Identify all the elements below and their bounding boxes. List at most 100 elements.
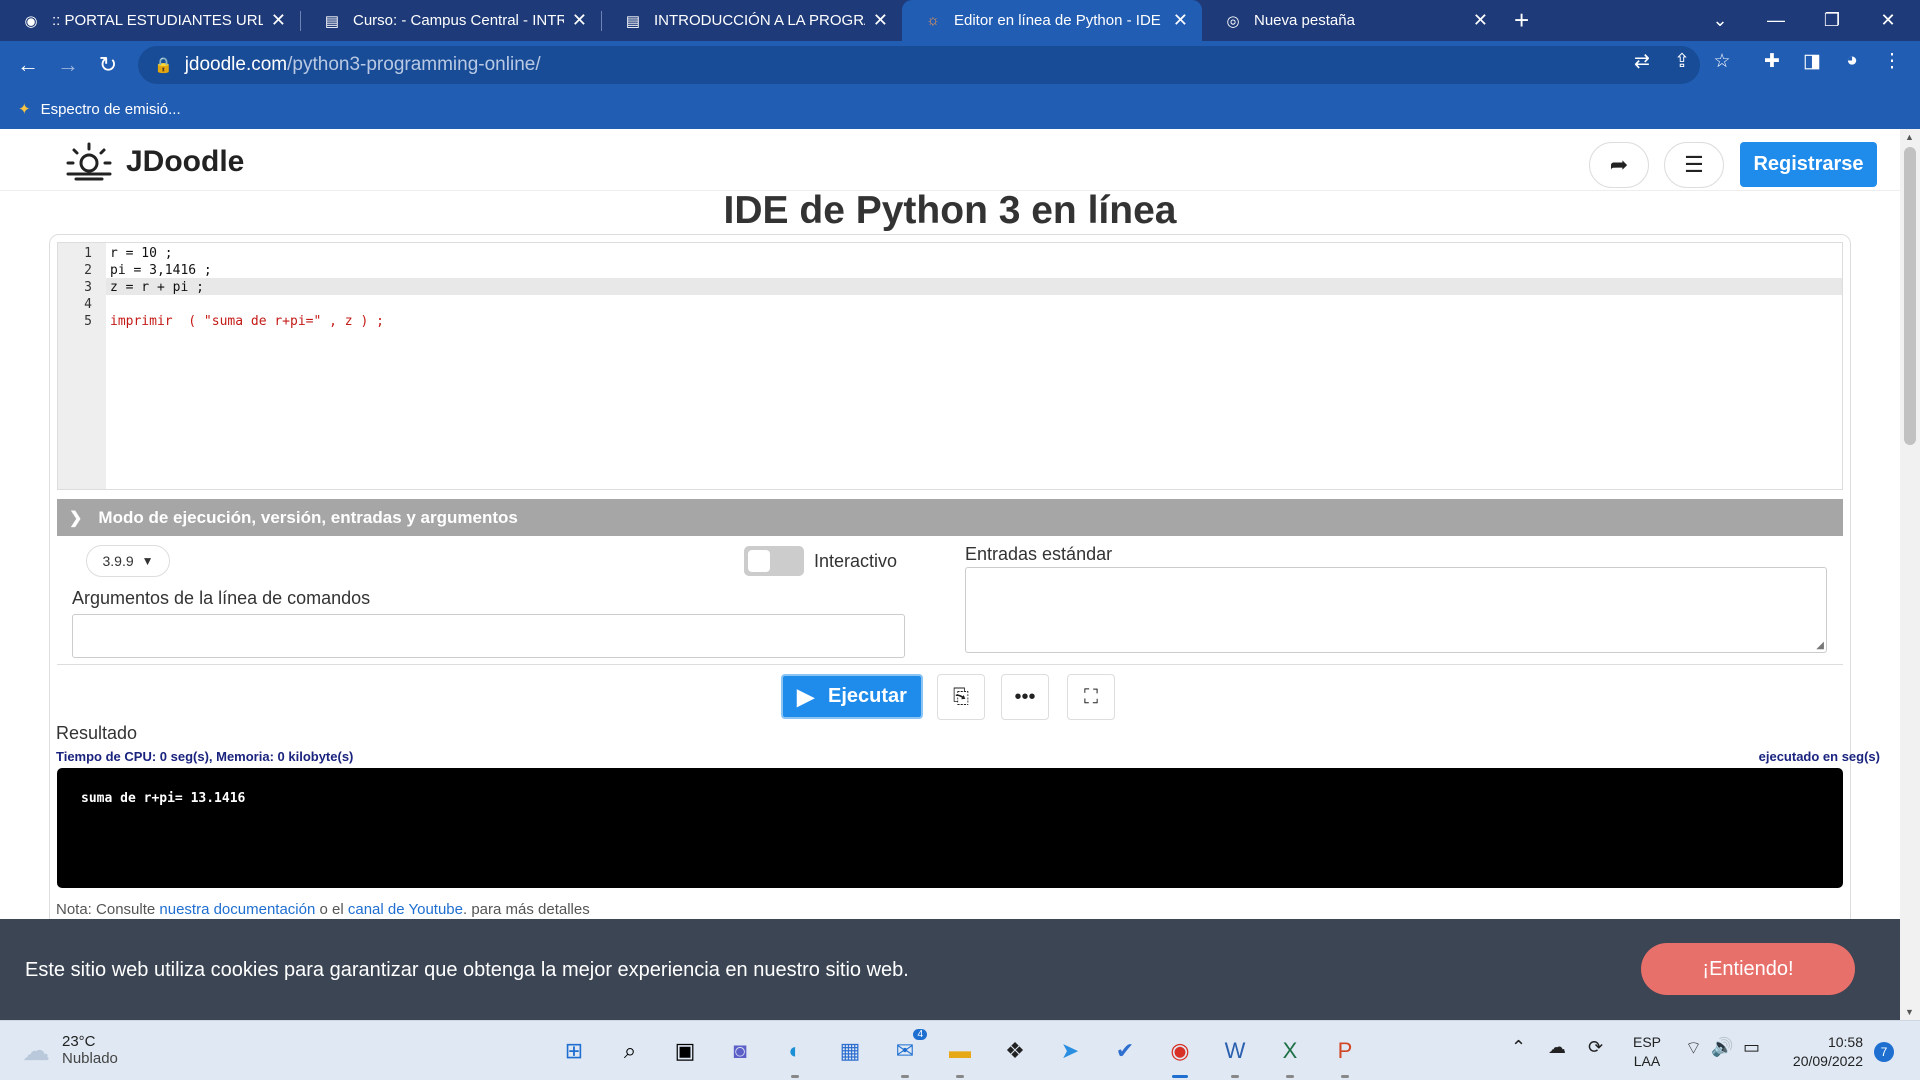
edge-icon[interactable]: ◐ — [777, 1033, 813, 1078]
lang-code: ESP — [1633, 1034, 1662, 1050]
scrollbar-thumb[interactable] — [1904, 147, 1916, 445]
task-view-icon[interactable]: ▣ — [667, 1033, 703, 1069]
teams-chat-icon[interactable]: ◙ — [722, 1033, 758, 1069]
profile-avatar[interactable]: ◕ — [1837, 46, 1867, 76]
keyboard-layout: LAA — [1633, 1053, 1661, 1069]
args-input[interactable] — [72, 614, 905, 658]
line-number: 5 — [84, 314, 92, 329]
output-console[interactable]: suma de r+pi= 13.1416 — [57, 768, 1843, 888]
close-icon[interactable]: ✕ — [873, 10, 888, 31]
sync-icon[interactable]: ⟳ — [1588, 1037, 1603, 1058]
documentation-link[interactable]: nuestra documentación — [159, 901, 315, 918]
dropbox-icon[interactable]: ❖ — [997, 1033, 1033, 1069]
play-icon: ▶ — [797, 683, 814, 709]
jdoodle-logo[interactable]: JDoodle — [62, 141, 244, 183]
wifi-icon[interactable]: ⌔ — [1685, 1037, 1702, 1060]
accept-cookies-button[interactable]: ¡Entiendo! — [1641, 943, 1855, 995]
time: 10:58 — [1827, 1034, 1863, 1050]
star-icon[interactable]: ☆ — [1707, 46, 1737, 76]
scroll-up-icon[interactable]: ▲ — [1905, 132, 1914, 142]
search-icon[interactable]: ⌕ — [612, 1033, 648, 1069]
moodle-icon: ▤ — [324, 12, 340, 30]
tab-search-icon[interactable]: ⌄ — [1692, 0, 1748, 41]
window-close-icon[interactable]: ✕ — [1860, 0, 1916, 41]
back-icon[interactable]: ← — [8, 45, 48, 85]
settings-toggle-bar[interactable]: ❯ Modo de ejecución, versión, entradas y… — [57, 499, 1843, 536]
url-field[interactable]: 🔒 jdoodle.com/python3-programming-online… — [138, 46, 1700, 84]
chevron-down-icon: ❯ — [69, 509, 83, 527]
new-tab-button[interactable]: + — [1514, 0, 1529, 41]
mail-badge: 4 — [913, 1029, 927, 1040]
upload-file-button[interactable]: ⎘ — [937, 674, 985, 720]
side-panel-icon[interactable]: ◨ — [1797, 46, 1827, 76]
forward-icon[interactable]: → — [48, 45, 88, 85]
chrome-icon[interactable]: ◉ — [1162, 1033, 1198, 1078]
powerpoint-icon[interactable]: P — [1327, 1033, 1363, 1078]
tab-campus[interactable]: ▤ Curso: - Campus Central - INTRO ✕ — [301, 0, 601, 41]
resize-handle-icon[interactable]: ◢ — [1816, 640, 1824, 651]
menu-button[interactable]: ☰ — [1664, 142, 1724, 188]
code-line: pi = 3,1416 ; — [110, 263, 212, 278]
todo-icon[interactable]: ✔ — [1107, 1033, 1143, 1069]
line-gutter: 1 2 3 4 5 — [58, 243, 106, 489]
output-text: suma de r+pi= 13.1416 — [81, 791, 246, 806]
power-automate-icon[interactable]: ➤ — [1052, 1033, 1088, 1069]
mail-icon[interactable]: ✉ 4 — [887, 1029, 927, 1078]
close-icon[interactable]: ✕ — [271, 10, 286, 31]
minimize-icon[interactable]: — — [1748, 0, 1804, 41]
weather-condition: Nublado — [62, 1050, 118, 1067]
tab-portal[interactable]: ◉ :: PORTAL ESTUDIANTES URL :: ✕ — [0, 0, 300, 41]
register-button[interactable]: Registrarse — [1740, 142, 1877, 187]
scroll-down-icon[interactable]: ▼ — [1905, 1007, 1914, 1017]
page-scrollbar[interactable]: ▲ ▼ — [1900, 129, 1920, 1020]
bookmark-item[interactable]: Espectro de emisió... — [41, 101, 181, 118]
note-text: Nota: Consulte — [56, 901, 160, 918]
stdin-input[interactable]: ◢ — [965, 567, 1827, 653]
share-icon[interactable]: ⇪ — [1667, 46, 1697, 76]
interactive-toggle[interactable] — [744, 546, 804, 576]
tab-new[interactable]: ◎ Nueva pestaña ✕ — [1202, 0, 1502, 41]
store-icon[interactable]: ▦ — [832, 1033, 868, 1069]
tab-jdoodle[interactable]: ☼ Editor en línea de Python - IDE en ✕ — [902, 0, 1202, 41]
more-icon: ••• — [1014, 685, 1036, 708]
bookmarks-bar: ✦ Espectro de emisió... — [0, 89, 1920, 129]
excel-icon[interactable]: X — [1272, 1033, 1308, 1078]
version-value: 3.9.9 — [102, 553, 134, 569]
code-line: z = r + pi ; — [110, 280, 204, 295]
onedrive-icon[interactable]: ☁ — [1548, 1037, 1566, 1058]
extensions-icon[interactable]: ✚ — [1757, 46, 1787, 76]
file-explorer-icon[interactable]: ▬ — [942, 1033, 978, 1078]
menu-dots-icon[interactable]: ⋮ — [1877, 46, 1907, 76]
start-icon[interactable]: ⊞ — [556, 1033, 592, 1069]
version-select[interactable]: 3.9.9 ▼ — [86, 545, 170, 577]
reload-icon[interactable]: ↻ — [88, 45, 128, 85]
close-icon[interactable]: ✕ — [572, 10, 587, 31]
tab-intro[interactable]: ▤ INTRODUCCIÓN A LA PROGRAM ✕ — [602, 0, 902, 41]
restore-icon[interactable]: ❐ — [1804, 0, 1860, 41]
close-icon[interactable]: ✕ — [1473, 10, 1488, 31]
translate-icon[interactable]: ⇄ — [1627, 46, 1657, 76]
close-icon[interactable]: ✕ — [1173, 10, 1188, 31]
result-heading: Resultado — [56, 723, 138, 743]
tab-label: Curso: - Campus Central - INTRO — [353, 12, 564, 29]
chevron-down-icon: ▼ — [141, 554, 154, 568]
run-label: Ejecutar — [827, 685, 907, 707]
clock[interactable]: 10:58 20/09/2022 — [1783, 1033, 1863, 1071]
more-options-button[interactable]: ••• — [1001, 674, 1049, 720]
chevron-up-icon[interactable]: ⌃ — [1511, 1037, 1526, 1058]
weather-widget[interactable]: ☁ 23°C Nublado — [22, 1033, 118, 1067]
battery-icon[interactable]: ▭ — [1743, 1037, 1760, 1058]
stdin-label: Entradas estándar — [965, 544, 1113, 564]
notification-badge[interactable]: 7 — [1874, 1042, 1894, 1062]
fullscreen-button[interactable]: ⛶ — [1067, 674, 1115, 720]
share-button[interactable]: ➦ — [1589, 142, 1649, 188]
moodle-icon: ▤ — [625, 12, 641, 30]
code-editor[interactable]: 1 2 3 4 5 r = 10 ; pi = 3,1416 ; z = r +… — [57, 242, 1843, 490]
youtube-link[interactable]: canal de Youtube — [348, 901, 463, 918]
line-number: 1 — [84, 246, 92, 261]
run-button[interactable]: ▶ Ejecutar — [781, 674, 923, 719]
volume-icon[interactable]: 🔊 — [1711, 1037, 1733, 1058]
tab-label: :: PORTAL ESTUDIANTES URL :: — [52, 12, 263, 29]
word-icon[interactable]: W — [1217, 1033, 1253, 1078]
language-indicator[interactable]: ESP LAA — [1633, 1033, 1661, 1071]
